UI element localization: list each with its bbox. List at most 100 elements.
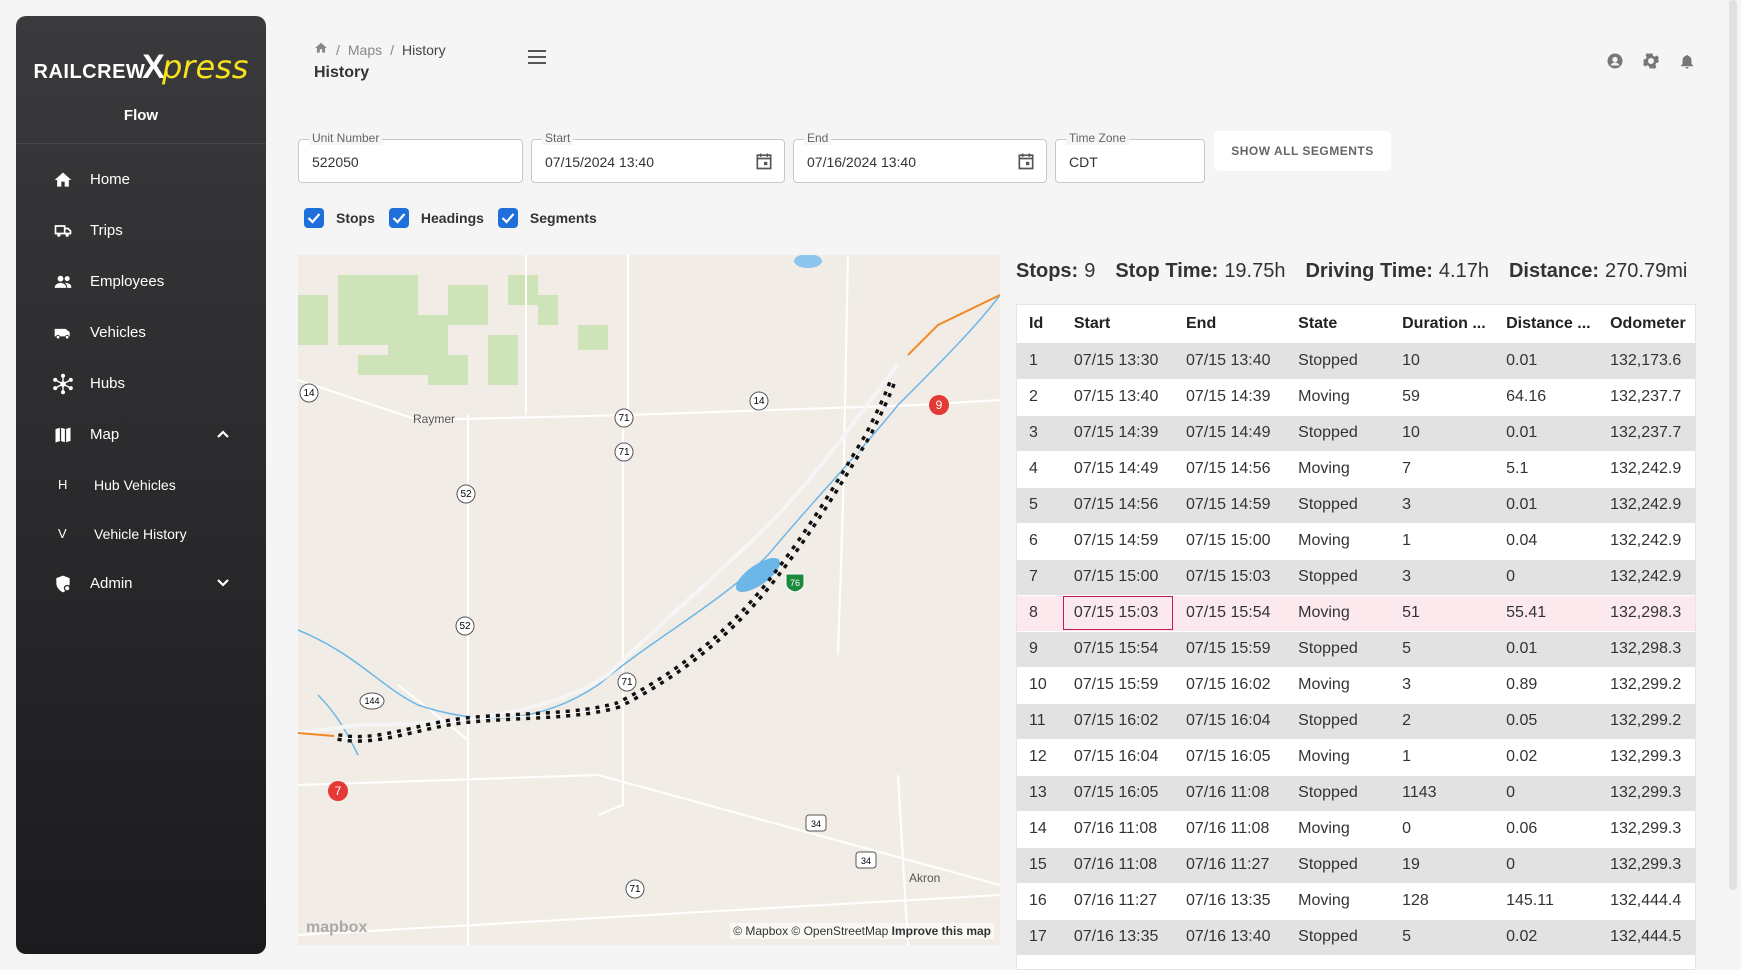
table-cell: 07/15 14:39 [1061, 415, 1174, 452]
table-cell: Moving [1286, 451, 1391, 488]
sidebar-item-label: Employees [90, 273, 165, 290]
column-header[interactable]: Start [1061, 305, 1174, 344]
table-cell: 16 [1017, 883, 1062, 920]
table-cell: 132,299.3 [1598, 775, 1695, 812]
table-cell: 07/16 11:08 [1174, 811, 1287, 848]
svg-text:71: 71 [618, 413, 630, 424]
table-row[interactable]: 16 07/16 11:27 07/16 13:35 Moving 128 145.11 1… [1017, 883, 1695, 920]
column-header[interactable]: Distance ... [1494, 305, 1599, 344]
road-shields: 14 14 71 71 52 52 71 71 144 34 34 76 [299, 383, 877, 899]
table-cell: Stopped [1286, 775, 1391, 812]
table-cell: 07/16 13:35 [1061, 919, 1174, 956]
road-shield-52: 52 [456, 484, 476, 504]
segments-label: Segments [529, 210, 597, 226]
table-cell: 0.02 [1494, 739, 1599, 776]
vegetation-areas [298, 275, 608, 385]
table-row[interactable]: 14 07/16 11:08 07/16 11:08 Moving 0 0.06 132,2… [1017, 811, 1695, 848]
menu-icon[interactable] [527, 49, 547, 70]
time-zone-field[interactable]: Time Zone CDT [1055, 131, 1205, 183]
start-date-field[interactable]: Start 07/15/2024 13:40 [531, 131, 785, 183]
table-row[interactable]: 17 07/16 13:35 07/16 13:40 Stopped 5 0.02 132,… [1017, 919, 1695, 956]
table-cell: 132,242.9 [1598, 523, 1695, 560]
svg-text:71: 71 [629, 884, 641, 895]
table-cell: 51 [1390, 595, 1495, 632]
table-row[interactable]: 1 07/15 13:30 07/15 13:40 Stopped 10 0.01 132,… [1017, 343, 1695, 380]
breadcrumb-maps[interactable]: Maps [348, 42, 382, 58]
account-icon[interactable] [1606, 52, 1624, 75]
table-row[interactable]: 3 07/15 14:39 07/15 14:49 Stopped 10 0.01 132,… [1017, 415, 1695, 452]
sidebar-item-home[interactable]: Home [16, 154, 266, 205]
sidebar-subitem-hub-vehicles[interactable]: H Hub Vehicles [16, 460, 266, 509]
table-row[interactable]: 6 07/15 14:59 07/15 15:00 Moving 1 0.04 132,24… [1017, 523, 1695, 560]
column-header[interactable]: State [1286, 305, 1391, 344]
table-cell: Moving [1286, 523, 1391, 560]
segments-checkbox[interactable] [497, 208, 518, 228]
logo[interactable]: RAILCREWXpress [34, 50, 249, 89]
table-cell: 0 [1494, 847, 1599, 884]
column-header[interactable]: Duration ... [1390, 305, 1495, 344]
table-row[interactable]: 11 07/15 16:02 07/15 16:04 Stopped 2 0.05 132,… [1017, 703, 1695, 740]
sidebar-item-map[interactable]: Map [16, 409, 266, 460]
table-cell: 1143 [1390, 775, 1495, 812]
improve-map-link[interactable]: Improve this map [892, 924, 991, 938]
sidebar-item-label: Map [90, 426, 120, 443]
table-row[interactable]: 9 07/15 15:54 07/15 15:59 Stopped 5 0.01 132,2… [1017, 631, 1695, 668]
sidebar-item-trips[interactable]: Trips [16, 205, 266, 256]
unit-number-field[interactable]: Unit Number 522050 [298, 131, 523, 183]
subitem-letter: H [58, 477, 68, 492]
gear-icon[interactable] [1642, 52, 1660, 75]
sidebar-item-hubs[interactable]: Hubs [16, 358, 266, 409]
table-row[interactable]: 8 07/15 15:03 07/15 15:54 Moving 51 55.41 132,… [1017, 595, 1695, 632]
segments-table[interactable]: Id Start End State Duration ... Distance ... O… [1016, 304, 1696, 970]
table-row[interactable]: 4 07/15 14:49 07/15 14:56 Moving 7 5.1 132,242… [1017, 451, 1695, 488]
show-all-segments-button[interactable]: SHOW ALL SEGMENTS [1214, 131, 1391, 171]
column-header[interactable]: Odometer [1598, 305, 1695, 344]
summary-distance: Distance: 270.79mi [1508, 260, 1688, 282]
table-cell: Moving [1286, 379, 1391, 416]
table-cell: 19 [1390, 847, 1495, 884]
svg-text:9: 9 [936, 398, 943, 412]
headings-label: Headings [420, 210, 484, 226]
headings-checkbox[interactable] [388, 208, 409, 228]
calendar-icon[interactable] [1016, 151, 1036, 176]
table-cell: 10 [1390, 343, 1495, 380]
bell-icon[interactable] [1678, 52, 1696, 75]
sidebar-subitem-vehicle-history[interactable]: V Vehicle History [16, 509, 266, 558]
svg-text:71: 71 [618, 447, 630, 458]
sidebar-item-employees[interactable]: Employees [16, 256, 266, 307]
end-date-field[interactable]: End 07/16/2024 13:40 [793, 131, 1047, 183]
table-row[interactable]: 2 07/15 13:40 07/15 14:39 Moving 59 64.16 132,… [1017, 379, 1695, 416]
table-row[interactable]: 7 07/15 15:00 07/15 15:03 Stopped 3 0 132,242.… [1017, 559, 1695, 596]
table-cell: 132,242.9 [1598, 487, 1695, 524]
table-row[interactable]: 10 07/15 15:59 07/15 16:02 Moving 3 0.89 132,2… [1017, 667, 1695, 704]
subitem-label: Hub Vehicles [94, 476, 176, 493]
table-row[interactable]: 5 07/15 14:56 07/15 14:59 Stopped 3 0.01 132,2… [1017, 487, 1695, 524]
table-cell: 07/16 11:27 [1174, 847, 1287, 884]
map-view[interactable]: 14 14 71 71 52 52 71 71 144 34 34 76 7 9… [298, 255, 1000, 945]
sidebar-item-label: Vehicles [90, 324, 146, 341]
road-shield-14: 14 [299, 383, 319, 403]
subitem-letter: V [58, 526, 67, 541]
svg-text:34: 34 [861, 856, 871, 866]
calendar-icon[interactable] [754, 151, 774, 176]
column-header[interactable]: Id [1017, 305, 1062, 344]
table-row[interactable]: 13 07/15 16:05 07/16 11:08 Stopped 1143 0 132,… [1017, 775, 1695, 812]
svg-text:71: 71 [621, 677, 633, 688]
chevron-down-icon[interactable] [216, 575, 230, 592]
table-cell: 3 [1390, 487, 1495, 524]
column-header[interactable]: End [1174, 305, 1287, 344]
table-cell: 07/15 14:59 [1061, 523, 1174, 560]
mapbox-logo[interactable]: mapbox [306, 919, 367, 937]
table-cell: 132,242.9 [1598, 451, 1695, 488]
table-cell: Stopped [1286, 703, 1391, 740]
chevron-up-icon[interactable] [216, 426, 230, 443]
page-scrollbar[interactable] [1729, 0, 1737, 890]
table-cell: 15 [1017, 847, 1062, 884]
home-icon[interactable] [314, 41, 328, 58]
sidebar-item-admin[interactable]: Admin [16, 558, 266, 609]
sidebar-item-label: Admin [90, 575, 133, 592]
stops-checkbox[interactable] [304, 208, 324, 228]
table-row[interactable]: 15 07/16 11:08 07/16 11:27 Stopped 19 0 132,29… [1017, 847, 1695, 884]
sidebar-item-vehicles[interactable]: Vehicles [16, 307, 266, 358]
table-row[interactable]: 12 07/15 16:04 07/15 16:05 Moving 1 0.02 132,2… [1017, 739, 1695, 776]
